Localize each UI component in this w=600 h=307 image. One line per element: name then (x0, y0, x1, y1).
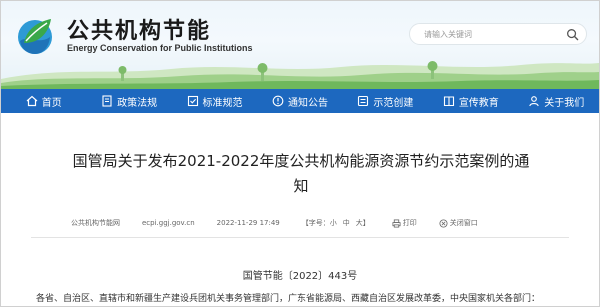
article-datetime: 2022-11-29 17:49 (216, 219, 280, 227)
search-icon[interactable] (566, 28, 579, 41)
print-icon[interactable] (392, 218, 401, 228)
close-icon[interactable] (439, 218, 448, 228)
document-number: 国管节能〔2022〕443号 (242, 271, 358, 282)
education-icon (443, 96, 454, 107)
search-box (409, 23, 587, 45)
search-input[interactable] (424, 27, 554, 41)
font-size-small[interactable]: 小 (330, 218, 337, 228)
header-landscape (1, 61, 599, 89)
nav-label: 示范创建 (373, 97, 414, 109)
font-size-medium[interactable]: 中 (343, 218, 350, 228)
about-icon (529, 96, 539, 107)
article-body: 各省、自治区、直辖市和新疆生产建设兵团机关事务管理部门，广东省能源局、西藏自治区… (36, 294, 541, 304)
demo-icon (358, 95, 369, 107)
nav-item-education[interactable]: 宣传教育 (428, 89, 513, 113)
notice-icon (272, 95, 284, 107)
article-title-line: 知 (293, 177, 309, 195)
nav-item-about[interactable]: 关于我们 (514, 89, 599, 113)
site-header: 公共机构节能 Energy Conservation for Public In… (1, 1, 599, 89)
article-title: 国管局关于发布2021-2022年度公共机构能源资源节约示范案例的通 知 (31, 149, 571, 199)
nav-label: 政策法规 (117, 97, 158, 109)
nav-label: 首页 (41, 97, 62, 109)
nav-item-demo[interactable]: 示范创建 (343, 89, 428, 113)
standard-icon (187, 95, 198, 107)
main-nav: 首页 政策法规 标准规范 通知公告 示范创建 宣传教育 关于我们 (1, 89, 599, 113)
divider (31, 237, 569, 238)
nav-item-home[interactable]: 首页 (1, 89, 86, 113)
nav-label: 标准规范 (202, 97, 243, 109)
font-size-bracket: 】 (362, 219, 370, 227)
nav-item-policy[interactable]: 政策法规 (86, 89, 171, 113)
site-subtitle: Energy Conservation for Public Instituti… (67, 43, 253, 53)
nav-label: 宣传教育 (458, 97, 499, 109)
home-icon (26, 95, 38, 107)
page-frame: 公共机构节能 Energy Conservation for Public In… (0, 0, 600, 307)
article-url: ecpi.ggj.gov.cn (142, 219, 195, 227)
nav-item-notice[interactable]: 通知公告 (257, 89, 342, 113)
print-button[interactable]: 打印 (403, 218, 417, 228)
close-window-button[interactable]: 关闭窗口 (450, 218, 478, 228)
font-size-large[interactable]: 大 (356, 218, 363, 228)
font-size-label: 【字号： (301, 219, 330, 227)
nav-item-standard[interactable]: 标准规范 (172, 89, 257, 113)
leaf-globe-logo[interactable] (13, 13, 57, 57)
policy-icon (102, 95, 112, 107)
article-meta: 公共机构节能网 ecpi.ggj.gov.cn 2022-11-29 17:49… (71, 216, 478, 230)
article-title-line: 国管局关于发布2021-2022年度公共机构能源资源节约示范案例的通 (72, 152, 530, 170)
nav-label: 通知公告 (287, 97, 328, 109)
site-title: 公共机构节能 (67, 19, 212, 44)
nav-label: 关于我们 (544, 97, 585, 109)
article-source: 公共机构节能网 (71, 219, 120, 227)
